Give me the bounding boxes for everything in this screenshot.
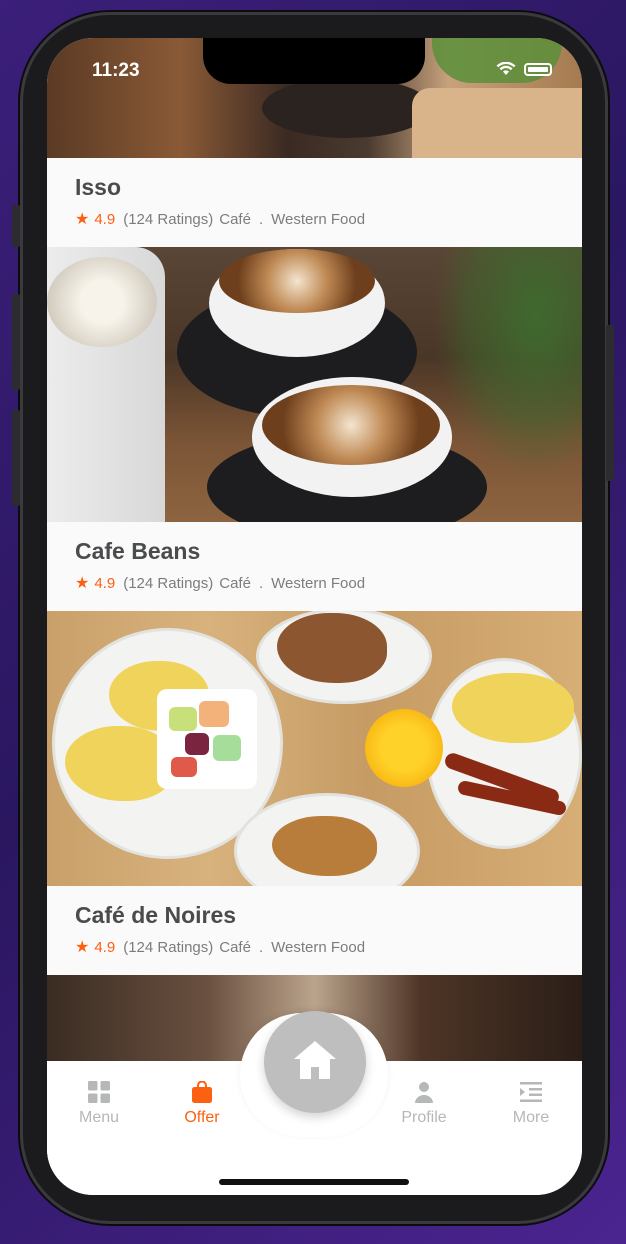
restaurant-image xyxy=(47,247,582,522)
meta-separator: . xyxy=(258,210,264,228)
cuisine: Western Food xyxy=(271,574,366,592)
tab-more[interactable]: More xyxy=(491,1081,571,1127)
coffee-shape xyxy=(219,249,375,313)
star-icon: ★ xyxy=(75,939,90,956)
restaurant-info: Café de Noires ★ 4.9 (124 Ratings) Café … xyxy=(47,886,582,975)
shopping-bag-icon xyxy=(192,1081,212,1103)
coffee-shape xyxy=(262,385,440,465)
cuisine: Western Food xyxy=(271,210,366,228)
power-button xyxy=(606,325,614,481)
volume-down-button xyxy=(12,410,20,506)
fruit-shape xyxy=(213,735,241,761)
home-icon xyxy=(294,1041,336,1079)
tab-menu[interactable]: Menu xyxy=(59,1081,139,1127)
food-bowl-shape xyxy=(262,78,432,138)
french-toast-shape xyxy=(277,613,387,683)
mute-switch xyxy=(12,205,20,247)
plant-shape xyxy=(432,247,582,477)
notch xyxy=(203,38,425,84)
ratings-count: (124 Ratings) xyxy=(123,938,214,956)
tab-label: More xyxy=(512,1109,550,1126)
restaurant-name: Cafe Beans xyxy=(75,538,201,564)
omelette-shape xyxy=(452,673,574,743)
restaurant-name: Café de Noires xyxy=(75,902,237,928)
grid-icon xyxy=(88,1081,110,1103)
fruit-bowl-shape xyxy=(157,689,257,789)
restaurant-card[interactable]: Café de Noires ★ 4.9 (124 Ratings) Café … xyxy=(47,611,582,975)
restaurant-meta: ★ 4.9 (124 Ratings) Café . Western Food xyxy=(75,937,365,957)
ratings-count: (124 Ratings) xyxy=(123,210,214,228)
tab-offer[interactable]: Offer xyxy=(162,1081,242,1127)
menu-indent-icon xyxy=(520,1082,542,1102)
app-screen: 11:23 Isso ★ 4.9 (124 Ratings) Café . We… xyxy=(47,38,582,1195)
person-icon xyxy=(415,1082,433,1103)
rating-value: 4.9 xyxy=(94,210,116,228)
status-icons xyxy=(496,62,552,76)
tab-label: Offer xyxy=(184,1109,220,1126)
tab-bar: Menu Offer Profile More xyxy=(47,1011,582,1195)
star-icon: ★ xyxy=(75,211,90,228)
tab-profile[interactable]: Profile xyxy=(384,1081,464,1127)
restaurant-info: Cafe Beans ★ 4.9 (124 Ratings) Café . We… xyxy=(47,522,582,611)
orange-juice-shape xyxy=(365,709,443,787)
restaurant-info: Isso ★ 4.9 (124 Ratings) Café . Western … xyxy=(47,158,582,247)
restaurant-name: Isso xyxy=(75,174,122,200)
fruit-shape xyxy=(171,757,197,777)
cuisine: Western Food xyxy=(271,938,366,956)
bread-shape xyxy=(412,88,582,158)
tab-label: Menu xyxy=(78,1109,120,1126)
fruit-shape xyxy=(169,707,197,731)
restaurant-meta: ★ 4.9 (124 Ratings) Café . Western Food xyxy=(75,209,365,229)
volume-up-button xyxy=(12,294,20,390)
pebbles-shape xyxy=(47,257,157,347)
restaurant-feed[interactable]: Isso ★ 4.9 (124 Ratings) Café . Western … xyxy=(47,38,582,1070)
tab-label: Profile xyxy=(401,1109,447,1126)
rating-value: 4.9 xyxy=(94,938,116,956)
ratings-count: (124 Ratings) xyxy=(123,574,214,592)
restaurant-type: Café xyxy=(219,210,251,228)
wifi-icon xyxy=(496,62,516,75)
meta-separator: . xyxy=(258,938,264,956)
restaurant-type: Café xyxy=(219,938,251,956)
home-button[interactable] xyxy=(264,1011,366,1113)
star-icon: ★ xyxy=(75,575,90,592)
home-indicator[interactable] xyxy=(219,1179,409,1185)
battery-icon xyxy=(524,62,552,76)
meta-separator: . xyxy=(258,574,264,592)
restaurant-type: Café xyxy=(219,574,251,592)
rating-value: 4.9 xyxy=(94,574,116,592)
fruit-shape xyxy=(185,733,209,755)
waffle-shape xyxy=(272,816,377,876)
fruit-shape xyxy=(199,701,229,727)
restaurant-meta: ★ 4.9 (124 Ratings) Café . Western Food xyxy=(75,573,365,593)
restaurant-card[interactable]: Cafe Beans ★ 4.9 (124 Ratings) Café . We… xyxy=(47,247,582,611)
greens-shape xyxy=(432,38,562,83)
status-time: 11:23 xyxy=(92,60,140,81)
restaurant-image xyxy=(47,611,582,886)
